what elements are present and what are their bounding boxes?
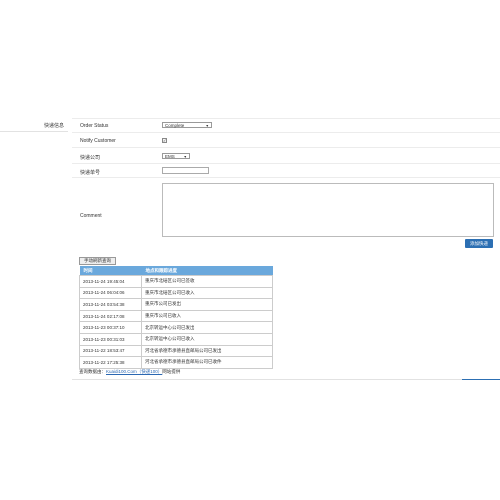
row-time: 2013-11-23 00:37:10: [79, 321, 142, 334]
row-progress: 重庆市公司已收入: [141, 309, 273, 323]
row-progress: 重庆市公司已发出: [141, 298, 273, 311]
header-progress: 地点和跟踪进度: [141, 266, 273, 276]
order-status-row: Order Status Complete ▼: [72, 118, 500, 133]
row-progress: 重庆市北碚区公司已签收: [141, 275, 273, 288]
bottom-divider: [72, 379, 500, 380]
manual-refresh-button[interactable]: 手动刷新查询: [79, 257, 116, 265]
table-row: 2013-11-23 00:37:10 北京转运中心公司已发出: [79, 321, 273, 334]
notify-customer-checkbox[interactable]: ✓: [162, 138, 167, 143]
row-time: 2013-11-22 18:53:47: [79, 344, 142, 358]
chevron-down-icon: ▼: [205, 124, 209, 128]
table-row: 2013-11-22 17:25:38 河北省承德市承德县直邮局公司已收件: [79, 356, 273, 369]
courier-label: 快递公司: [80, 155, 101, 161]
row-progress: 北京转运中心公司已发出: [141, 321, 273, 334]
row-time: 2013-11-24 19:45:04: [79, 275, 142, 288]
courier-row: 快递公司 EMS ▼: [72, 147, 500, 164]
row-progress: 河北省承德市承德县直邮局公司已发出: [141, 344, 273, 358]
order-status-label: Order Status: [80, 123, 109, 129]
header-time: 时间: [79, 266, 142, 276]
row-progress: 北京转运中心公司已收入: [141, 332, 273, 346]
table-row: 2013-11-24 06:04:06 重庆市北碚区公司已收入: [79, 286, 273, 300]
row-time: 2013-11-24 02:17:08: [79, 309, 142, 323]
kuaidi100-link[interactable]: Kuaidi100.Com（快递100）: [106, 369, 162, 374]
data-source-note: 查询数据由：Kuaidi100.Com（快递100）网站提供: [79, 369, 180, 375]
courier-value: EMS: [165, 154, 175, 159]
comment-label: Comment: [80, 213, 102, 219]
tracking-table: 时间 地点和跟踪进度 2013-11-24 19:45:04 重庆市北碚区公司已签…: [79, 266, 273, 369]
sidebar-section-label: 快递信息: [44, 123, 65, 129]
comment-textarea[interactable]: [162, 183, 494, 237]
table-row: 2013-11-22 18:53:47 河北省承德市承德县直邮局公司已发出: [79, 344, 273, 358]
data-source-prefix: 查询数据由：: [79, 369, 106, 374]
row-progress: 重庆市北碚区公司已收入: [141, 286, 273, 300]
row-time: 2013-11-24 06:04:06: [79, 286, 142, 300]
tracking-number-label: 快递单号: [80, 170, 101, 176]
table-row: 2013-11-24 02:17:08 重庆市公司已收入: [79, 309, 273, 323]
order-status-select[interactable]: Complete ▼: [162, 122, 212, 128]
row-time: 2013-11-22 17:25:38: [79, 356, 142, 369]
table-row: 2013-11-23 00:31:03 北京转运中心公司已收入: [79, 332, 273, 346]
chevron-down-icon: ▼: [183, 155, 187, 159]
notify-customer-label: Notify Customer: [80, 138, 116, 144]
tracking-table-header: 时间 地点和跟踪进度: [79, 266, 273, 276]
tracking-number-row: 快递单号: [72, 163, 500, 178]
order-status-value: Complete: [165, 123, 185, 128]
row-progress: 河北省承德市承德县直邮局公司已收件: [141, 356, 273, 369]
sidebar-divider: [0, 131, 68, 132]
data-source-suffix: 网站提供: [162, 369, 181, 374]
comment-row: Comment: [72, 177, 500, 253]
courier-select[interactable]: EMS ▼: [162, 153, 190, 159]
table-row: 2013-11-24 03:54:38 重庆市公司已发出: [79, 298, 273, 311]
table-row: 2013-11-24 19:45:04 重庆市北碚区公司已签收: [79, 275, 273, 288]
add-courier-button[interactable]: 添加快递: [465, 239, 493, 248]
check-icon: ✓: [163, 138, 167, 143]
bottom-accent-bar: [462, 379, 500, 380]
tracking-number-input[interactable]: [162, 167, 209, 174]
row-time: 2013-11-23 00:31:03: [79, 332, 142, 346]
notify-customer-row: Notify Customer ✓: [72, 132, 500, 148]
row-time: 2013-11-24 03:54:38: [79, 298, 142, 311]
